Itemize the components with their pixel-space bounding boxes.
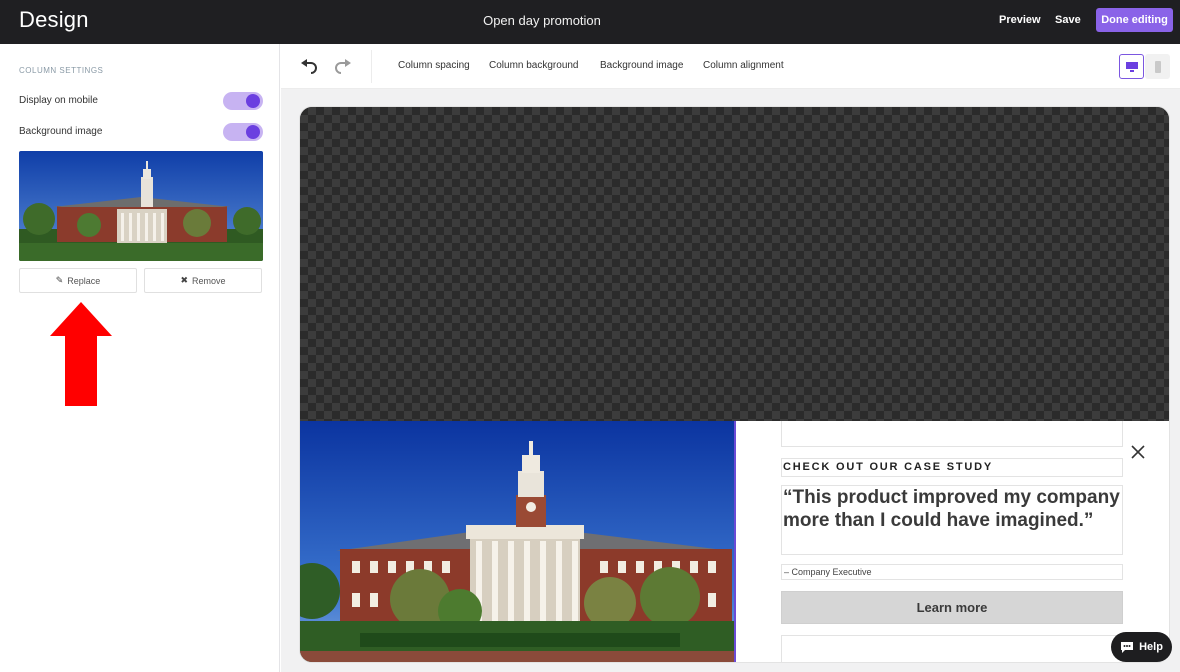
toggle-knob xyxy=(246,94,260,108)
display-on-mobile-row: Display on mobile xyxy=(19,91,263,111)
save-button[interactable]: Save xyxy=(1055,14,1081,26)
column-background-photo[interactable] xyxy=(300,421,736,662)
quote-attribution[interactable]: – Company Executive xyxy=(781,564,1123,580)
eyebrow-heading[interactable]: CHECK OUT OUR CASE STUDY xyxy=(781,458,1123,477)
page-preview: CHECK OUT OUR CASE STUDY “This product i… xyxy=(300,107,1169,662)
help-button[interactable]: Help xyxy=(1111,632,1172,662)
column-alignment-tab[interactable]: Column alignment xyxy=(703,60,784,71)
learn-more-button[interactable]: Learn more xyxy=(781,591,1123,624)
toggle-knob xyxy=(246,125,260,139)
document-title[interactable]: Open day promotion xyxy=(0,13,1084,28)
redo-icon[interactable] xyxy=(333,56,353,76)
close-icon[interactable] xyxy=(1129,443,1147,461)
column-spacing-tab[interactable]: Column spacing xyxy=(398,60,470,71)
replace-image-button[interactable]: ✎ Replace xyxy=(19,268,137,293)
chat-icon xyxy=(1121,641,1134,653)
background-image-thumbnail xyxy=(19,151,263,261)
empty-block-bottom[interactable] xyxy=(781,635,1123,662)
red-arrow-annotation xyxy=(50,302,112,406)
preview-button[interactable]: Preview xyxy=(999,14,1041,26)
desktop-view-button[interactable] xyxy=(1119,54,1144,79)
background-image-tab[interactable]: Background image xyxy=(600,60,683,71)
done-editing-button[interactable]: Done editing xyxy=(1096,8,1173,32)
display-on-mobile-label: Display on mobile xyxy=(19,95,98,106)
mobile-icon xyxy=(1154,60,1161,73)
undo-icon[interactable] xyxy=(299,56,319,76)
quote-text[interactable]: “This product improved my company more t… xyxy=(781,485,1123,555)
replace-label: Replace xyxy=(67,275,101,286)
background-image-label: Background image xyxy=(19,126,103,137)
editor-toolbar: Column spacing Column background Backgro… xyxy=(281,44,1180,89)
display-on-mobile-toggle[interactable] xyxy=(223,92,263,110)
column-background-tab[interactable]: Column background xyxy=(489,60,579,71)
toolbar-divider xyxy=(371,50,372,83)
column-settings-panel: COLUMN SETTINGS Display on mobile Backgr… xyxy=(0,44,280,672)
editor-canvas: CHECK OUT OUR CASE STUDY “This product i… xyxy=(281,89,1180,672)
mobile-view-button[interactable] xyxy=(1145,54,1170,79)
remove-image-button[interactable]: ✖ Remove xyxy=(144,268,262,293)
top-bar: Design Open day promotion Preview Save D… xyxy=(0,0,1180,44)
background-image-row: Background image xyxy=(19,122,263,142)
x-icon: ✖ xyxy=(180,275,189,285)
device-switcher xyxy=(1119,54,1172,79)
column-selection-border xyxy=(734,421,736,662)
empty-block-top[interactable] xyxy=(781,421,1123,447)
desktop-icon xyxy=(1125,61,1138,72)
panel-heading: COLUMN SETTINGS xyxy=(19,66,104,75)
background-image-toggle[interactable] xyxy=(223,123,263,141)
help-label: Help xyxy=(1139,641,1163,653)
remove-label: Remove xyxy=(192,275,226,286)
pencil-icon: ✎ xyxy=(55,275,64,285)
transparent-background-area[interactable] xyxy=(300,107,1169,421)
